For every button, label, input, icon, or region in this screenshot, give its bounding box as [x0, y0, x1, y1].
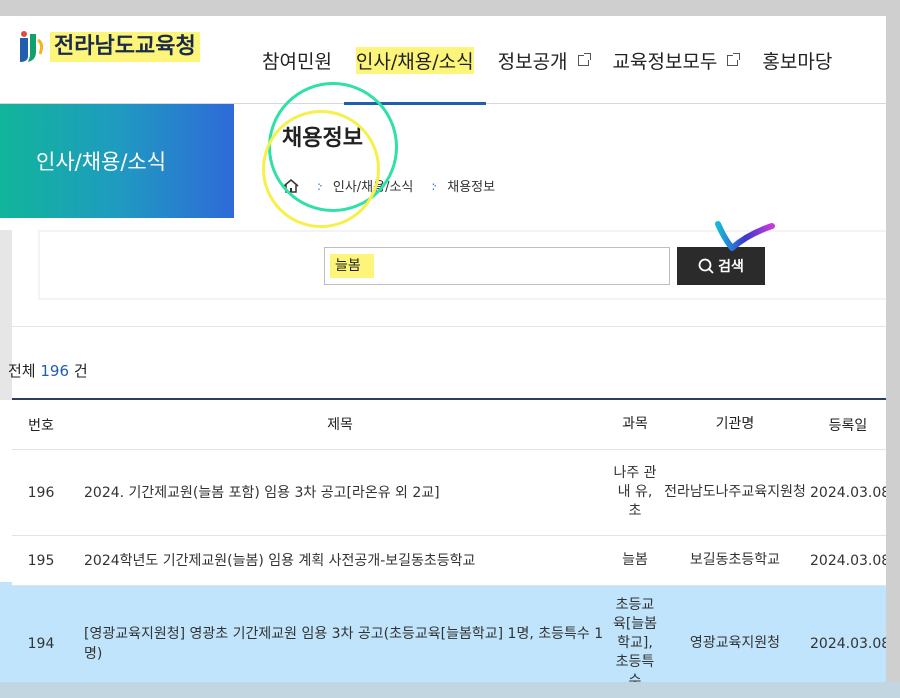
nav-item-edu-info[interactable]: 교육정보모두	[601, 16, 751, 104]
row-title-link[interactable]: 2024. 기간제교원(늘봄 포함) 임용 3차 공고[라온유 외 2교]	[70, 483, 610, 503]
search-icon	[698, 258, 714, 274]
total-count: 전체 196 건	[8, 360, 88, 381]
row-date: 2024.03.08	[810, 636, 886, 652]
site-header: 전라남도교육청 참여민원 인사/채용/소식 정보공개 교육정보모두 홍보마당	[0, 16, 886, 104]
external-link-icon	[578, 55, 589, 66]
search-input[interactable]	[324, 247, 670, 285]
recruit-table: 번호 제목 과목 기관명 등록일 196 2024. 기간제교원(늘봄 포함) …	[12, 398, 886, 698]
row-subject: 나주 관내 유, 초	[610, 464, 660, 521]
row-date: 2024.03.08	[810, 485, 886, 501]
row-no: 196	[12, 485, 70, 501]
row-no: 195	[12, 553, 70, 569]
search-button-label: 검색	[718, 256, 744, 276]
nav-item-info-disclosure[interactable]: 정보공개	[486, 16, 601, 104]
section-divider	[12, 326, 886, 327]
sub-banner: 인사/채용/소식	[0, 104, 234, 218]
total-number: 196	[40, 362, 69, 380]
header-org: 기관명	[660, 415, 810, 434]
header-title: 제목	[70, 415, 610, 435]
bottom-gray-bar	[0, 682, 900, 698]
row-date: 2024.03.08	[810, 553, 886, 569]
row-subject: 늘봄	[610, 551, 660, 570]
row-title-link[interactable]: [영광교육지원청] 영광초 기간제교원 임용 3차 공고(초등교육[늘봄학교] …	[70, 624, 610, 664]
header-no: 번호	[12, 415, 70, 435]
breadcrumb-item-current: 채용정보	[447, 176, 495, 195]
site-logo[interactable]: 전라남도교육청	[14, 30, 200, 64]
table-row[interactable]: 196 2024. 기간제교원(늘봄 포함) 임용 3차 공고[라온유 외 2교…	[12, 450, 886, 536]
row-org: 전라남도나주교육지원청	[660, 483, 810, 502]
nav-label: 정보공개	[498, 47, 568, 74]
sub-banner-title: 인사/채용/소식	[36, 146, 166, 176]
logo-text: 전라남도교육청	[50, 32, 200, 62]
table-header-row: 번호 제목 과목 기관명 등록일	[12, 400, 886, 450]
nav-label: 참여민원	[262, 47, 332, 74]
row-org: 보길동초등학교	[660, 551, 810, 570]
nav-item-pr[interactable]: 홍보마당	[750, 16, 844, 104]
top-gray-bar	[0, 0, 900, 16]
row-no: 194	[12, 636, 70, 652]
table-row[interactable]: 195 2024학년도 기간제교원(늘봄) 임용 계획 사전공개-보길동초등학교…	[12, 536, 886, 586]
nav-label: 홍보마당	[762, 47, 832, 74]
selected-row-edge	[0, 582, 12, 698]
checkmark-annotation-icon	[712, 218, 778, 258]
external-link-icon	[727, 55, 738, 66]
right-gray-bar	[886, 0, 900, 698]
total-suffix: 건	[74, 362, 88, 380]
header-subject: 과목	[610, 415, 660, 434]
nav-label: 인사/채용/소식	[356, 47, 474, 74]
row-org: 영광교육지원청	[660, 634, 810, 653]
nav-label: 교육정보모두	[613, 47, 718, 74]
breadcrumb-separator-icon: :·	[431, 179, 435, 193]
total-prefix: 전체	[8, 362, 36, 380]
logo-mark-icon	[14, 30, 46, 64]
row-subject: 초등교육[늘봄학교], 초등특수	[610, 596, 660, 691]
header-date: 등록일	[810, 415, 886, 435]
search-input-value: 늘봄	[330, 254, 374, 278]
annotation-circle-yellow	[262, 110, 380, 228]
row-title-link[interactable]: 2024학년도 기간제교원(늘봄) 임용 계획 사전공개-보길동초등학교	[70, 551, 610, 571]
